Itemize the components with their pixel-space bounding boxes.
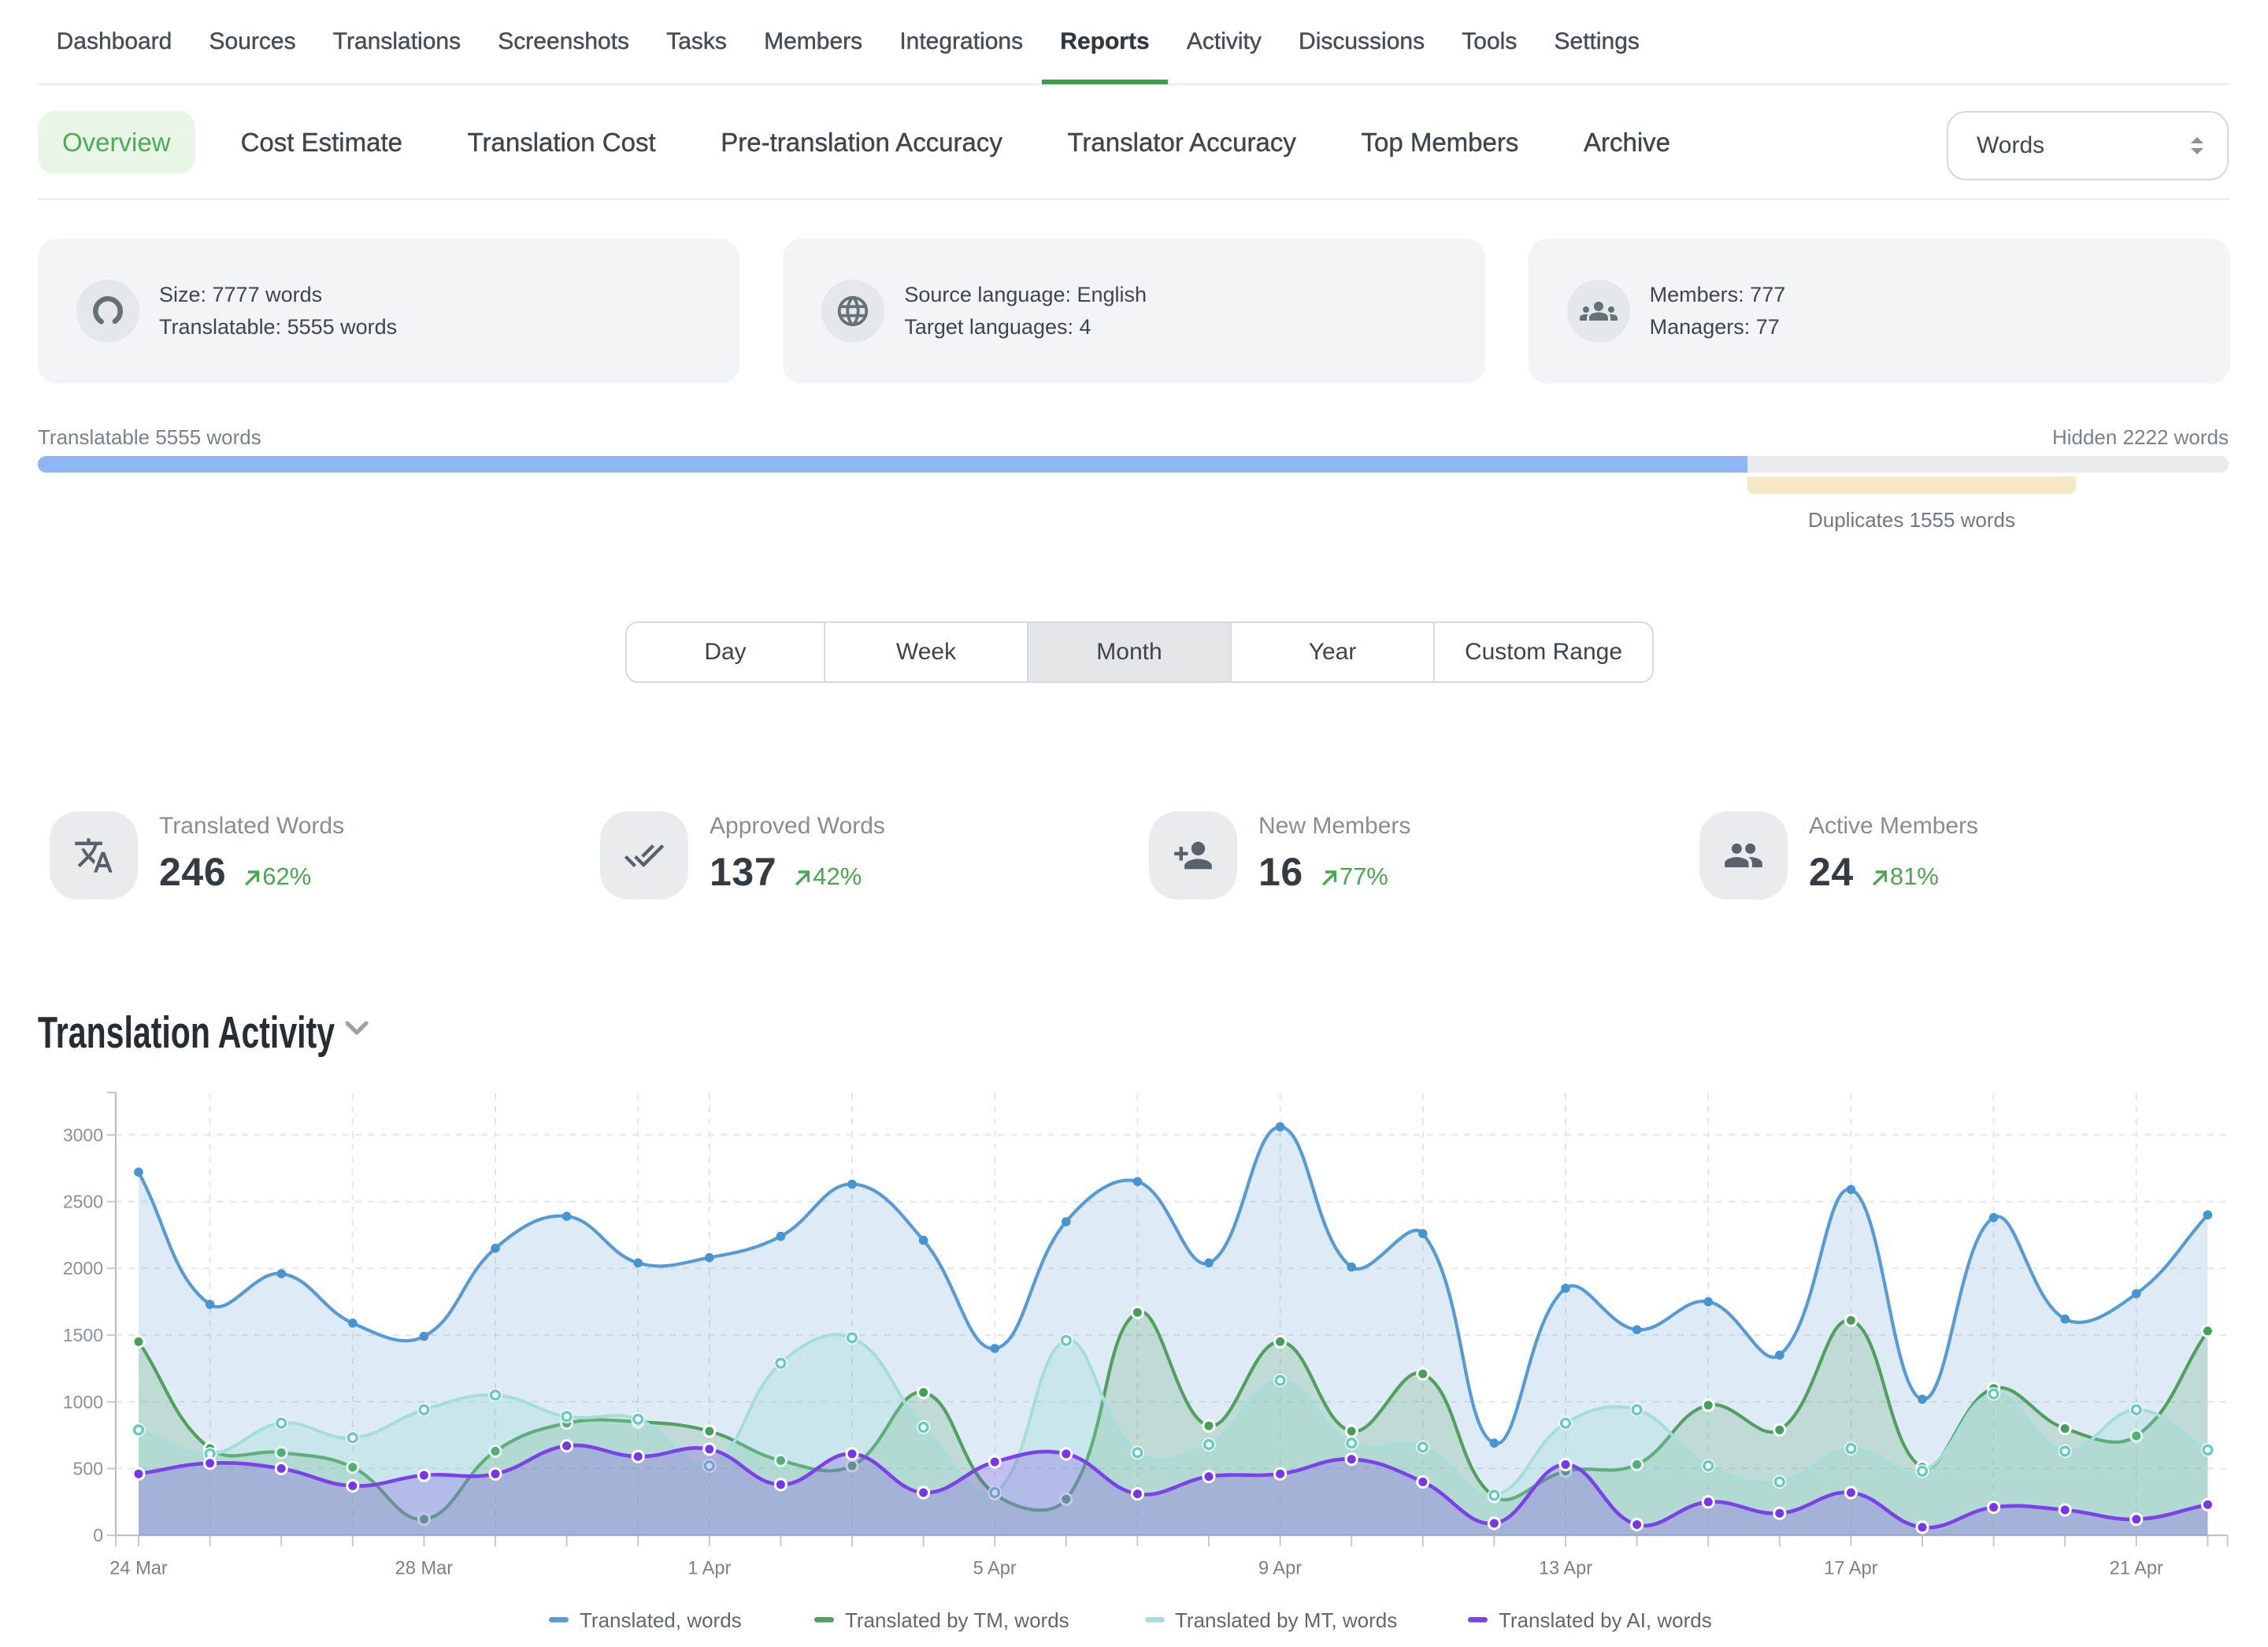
svg-text:28 Mar: 28 Mar (395, 1559, 454, 1579)
svg-text:1500: 1500 (63, 1325, 103, 1345)
svg-text:17 Apr: 17 Apr (1824, 1559, 1877, 1579)
svg-text:Translated, words: Translated, words (580, 1608, 742, 1632)
svg-text:1000: 1000 (63, 1392, 103, 1412)
svg-text:500: 500 (73, 1458, 103, 1478)
svg-text:0: 0 (93, 1525, 103, 1545)
svg-text:3000: 3000 (63, 1125, 103, 1145)
svg-text:5 Apr: 5 Apr (973, 1559, 1017, 1579)
svg-text:Translated by MT, words: Translated by MT, words (1175, 1608, 1397, 1632)
svg-text:2500: 2500 (63, 1192, 103, 1212)
svg-text:Translated by AI, words: Translated by AI, words (1499, 1608, 1712, 1632)
svg-text:1 Apr: 1 Apr (687, 1559, 731, 1579)
svg-text:13 Apr: 13 Apr (1539, 1559, 1592, 1579)
svg-text:21 Apr: 21 Apr (2110, 1559, 2163, 1579)
svg-text:9 Apr: 9 Apr (1258, 1559, 1302, 1579)
svg-text:24 Mar: 24 Mar (109, 1559, 168, 1579)
svg-text:Translated by TM, words: Translated by TM, words (845, 1608, 1069, 1632)
svg-text:2000: 2000 (63, 1258, 103, 1278)
